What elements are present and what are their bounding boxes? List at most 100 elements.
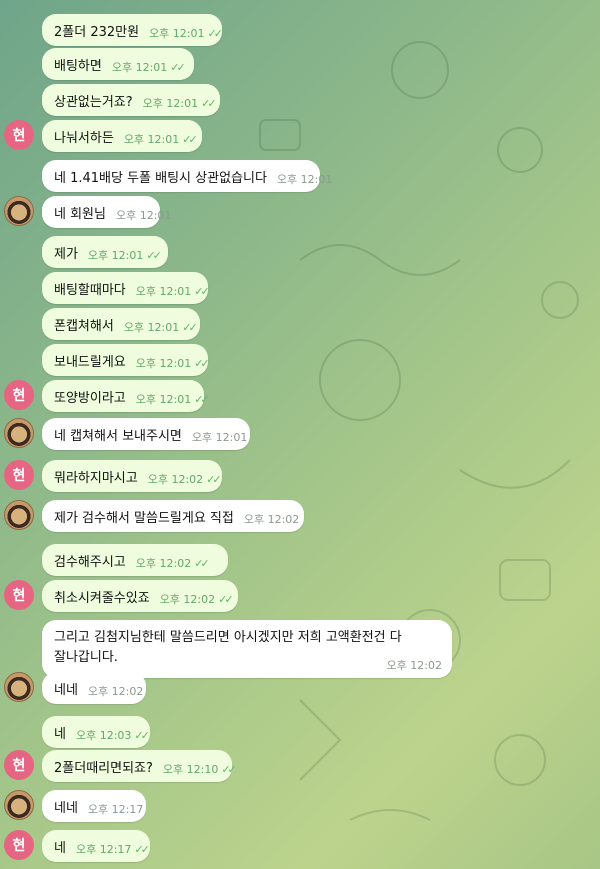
read-check-icon: ✓✓ (206, 472, 222, 486)
message-meta: 오후 12:02 ✓✓ (159, 591, 234, 607)
outgoing-message-bubble[interactable]: 취소시켜줄수있죠 오후 12:02 ✓✓ (42, 580, 238, 612)
sender-avatar-hyun[interactable]: 현 (4, 460, 34, 490)
outgoing-message-bubble[interactable]: 검수해주시고 오후 12:02 ✓✓ (42, 544, 228, 576)
message-row: 네네 오후 12:02 (0, 672, 600, 708)
message-meta: 오후 12:02 ✓✓ (147, 471, 222, 487)
sender-avatar-hyun[interactable]: 현 (4, 750, 34, 780)
read-check-icon: ✓✓ (134, 728, 150, 742)
message-meta: 오후 12:01 ✓✓ (123, 131, 198, 147)
message-row: 현 뭐라하지마시고 오후 12:02 ✓✓ (0, 460, 600, 496)
message-text: 배팅할때마다 (54, 282, 126, 298)
message-row: 네 오후 12:03 ✓✓ (0, 716, 600, 752)
outgoing-message-bubble[interactable]: 상관없는거죠? 오후 12:01 ✓✓ (42, 84, 220, 116)
read-check-icon: ✓✓ (194, 556, 210, 570)
incoming-message-bubble[interactable]: 그리고 김첨지님한테 말씀드리면 아시겠지만 저희 고액환전건 다 잘나갑니다. 오… (42, 620, 452, 678)
message-time: 오후 12:01 (111, 61, 168, 74)
message-text: 네 (54, 840, 66, 856)
message-text: 2폴더때리면되죠? (54, 760, 153, 776)
message-time: 오후 12:01 (149, 27, 205, 40)
message-row: 현 나눠서하든 오후 12:01 ✓✓ (0, 120, 600, 156)
message-time: 오후 12:01 (276, 173, 333, 186)
sender-avatar-pug[interactable] (4, 500, 34, 530)
message-text: 보내드릴게요 (54, 354, 126, 370)
message-meta: 오후 12:01 ✓✓ (111, 59, 186, 75)
read-check-icon: ✓✓ (170, 60, 186, 74)
message-meta: 오후 12:01 ✓✓ (135, 391, 210, 407)
message-list[interactable]: 2폴더 232만원 오후 12:01 ✓✓ 배팅하면 오후 12:01 ✓✓ 상관없는거죠?… (0, 0, 600, 869)
outgoing-message-bubble[interactable]: 제가 오후 12:01 ✓✓ (42, 236, 168, 268)
sender-avatar-hyun[interactable]: 현 (4, 380, 34, 410)
sender-avatar-pug[interactable] (4, 418, 34, 448)
message-time: 오후 12:03 (75, 729, 132, 742)
message-time: 오후 12:17 (87, 803, 144, 816)
message-time: 오후 12:01 (123, 133, 180, 146)
message-row: 배팅하면 오후 12:01 ✓✓ (0, 48, 600, 84)
message-time: 오후 12:10 (162, 763, 219, 776)
outgoing-message-bubble[interactable]: 배팅할때마다 오후 12:01 ✓✓ (42, 272, 210, 304)
incoming-message-bubble[interactable]: 네 1.41배당 두폴 배팅시 상관없습니다 오후 12:01 (42, 160, 332, 192)
message-text: 제가 (54, 246, 78, 262)
message-time: 오후 12:17 (75, 843, 132, 856)
sender-avatar-hyun[interactable]: 현 (4, 580, 34, 610)
sender-avatar-pug[interactable] (4, 672, 34, 702)
sender-avatar-hyun[interactable]: 현 (4, 120, 34, 150)
sender-avatar-pug[interactable] (4, 196, 34, 226)
message-text: 또양방이라고 (54, 390, 126, 406)
message-time: 오후 12:01 (115, 209, 172, 222)
incoming-message-bubble[interactable]: 네 캡쳐해서 보내주시면 오후 12:01 (42, 418, 250, 450)
read-check-icon: ✓✓ (134, 842, 150, 856)
outgoing-message-bubble[interactable]: 배팅하면 오후 12:01 ✓✓ (42, 48, 194, 80)
message-text: 폰캡쳐해서 (54, 318, 114, 334)
message-meta: 오후 12:01 ✓✓ (124, 319, 198, 335)
outgoing-message-bubble[interactable]: 보내드릴게요 오후 12:01 ✓✓ (42, 344, 210, 376)
message-time: 오후 12:02 (147, 473, 204, 486)
message-row: 2폴더 232만원 오후 12:01 ✓✓ (0, 14, 600, 50)
outgoing-message-bubble[interactable]: 네 오후 12:17 ✓✓ (42, 830, 150, 862)
sender-avatar-pug[interactable] (4, 790, 34, 820)
message-time: 오후 12:01 (135, 357, 192, 370)
read-check-icon: ✓✓ (182, 320, 198, 334)
message-time: 오후 12:02 (243, 513, 300, 526)
message-row: 폰캡쳐해서 오후 12:01 ✓✓ (0, 308, 600, 344)
message-meta: 오후 12:17 (88, 801, 143, 817)
outgoing-message-bubble[interactable]: 또양방이라고 오후 12:01 ✓✓ (42, 380, 210, 412)
outgoing-message-bubble[interactable]: 나눠서하든 오후 12:01 ✓✓ (42, 120, 202, 152)
message-row: 제가 오후 12:01 ✓✓ (0, 236, 600, 272)
message-text: 배팅하면 (54, 58, 102, 74)
read-check-icon: ✓✓ (146, 248, 162, 262)
message-row: 네 캡쳐해서 보내주시면 오후 12:01 (0, 418, 600, 454)
message-text: 네 캡쳐해서 보내주시면 (54, 428, 182, 444)
read-check-icon: ✓✓ (207, 26, 224, 40)
message-row: 보내드릴게요 오후 12:01 ✓✓ (0, 344, 600, 380)
message-text: 네 1.41배당 두폴 배팅시 상관없습니다 (54, 170, 267, 186)
message-row: 현 2폴더때리면되죠? 오후 12:10 ✓✓ (0, 750, 600, 786)
outgoing-message-bubble[interactable]: 뭐라하지마시고 오후 12:02 ✓✓ (42, 460, 222, 492)
incoming-message-bubble[interactable]: 네 회원님 오후 12:01 (42, 196, 171, 228)
message-text: 나눠서하든 (54, 130, 114, 146)
message-text: 제가 검수해서 말씀드릴게요 직접 (54, 510, 234, 526)
message-time: 오후 12:01 (135, 393, 192, 406)
outgoing-message-bubble[interactable]: 2폴더 232만원 오후 12:01 ✓✓ (42, 14, 224, 46)
message-meta: 오후 12:01 (192, 429, 247, 445)
outgoing-message-bubble[interactable]: 네 오후 12:03 ✓✓ (42, 716, 150, 748)
message-time: 오후 12:02 (159, 593, 216, 606)
outgoing-message-bubble[interactable]: 2폴더때리면되죠? 오후 12:10 ✓✓ (42, 750, 237, 782)
sender-avatar-hyun[interactable]: 현 (4, 830, 34, 860)
message-meta: 오후 12:01 ✓✓ (149, 25, 224, 41)
message-meta: 오후 12:02 ✓✓ (136, 555, 210, 571)
message-text: 상관없는거죠? (54, 94, 133, 110)
read-check-icon: ✓✓ (221, 762, 237, 776)
message-meta: 오후 12:01 (277, 171, 332, 187)
message-time: 오후 12:02 (87, 685, 144, 698)
incoming-message-bubble[interactable]: 네네 오후 12:02 (42, 672, 146, 704)
outgoing-message-bubble[interactable]: 폰캡쳐해서 오후 12:01 ✓✓ (42, 308, 200, 340)
message-meta: 오후 12:01 ✓✓ (143, 95, 217, 111)
incoming-message-bubble[interactable]: 네네 오후 12:17 (42, 790, 146, 822)
message-time: 오후 12:01 (87, 249, 144, 262)
message-text: 2폴더 232만원 (54, 24, 140, 40)
message-row: 그리고 김첨지님한테 말씀드리면 아시겠지만 저희 고액환전건 다 잘나갑니다. 오… (0, 620, 600, 678)
incoming-message-bubble[interactable]: 제가 검수해서 말씀드릴게요 직접 오후 12:02 (42, 500, 304, 532)
message-meta: 오후 12:17 ✓✓ (75, 841, 150, 857)
message-row: 배팅할때마다 오후 12:01 ✓✓ (0, 272, 600, 308)
message-row: 검수해주시고 오후 12:02 ✓✓ (0, 544, 600, 580)
